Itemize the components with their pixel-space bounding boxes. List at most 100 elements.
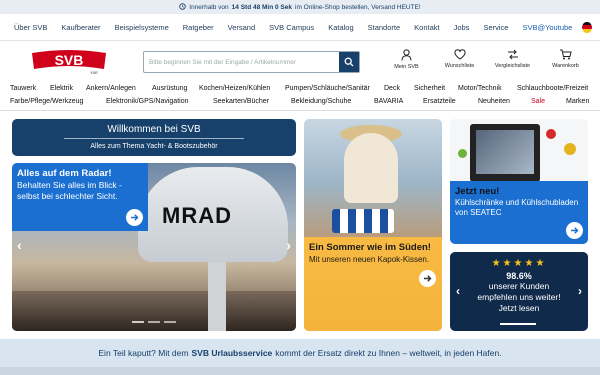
slider-dot[interactable] [148, 321, 160, 323]
category-kochen[interactable]: Kochen/Heizen/Kühlen [199, 85, 270, 92]
slider-next-icon[interactable]: › [286, 237, 291, 253]
welcome-subtitle: Alles zum Thema Yacht- & Bootszubehör [90, 143, 218, 150]
boat-deck-image [12, 291, 296, 331]
rating-stars: ★★★★★ [491, 258, 547, 269]
summer-title: Ein Sommer wie im Süden! [309, 242, 431, 253]
bottom-strip [0, 367, 600, 375]
search-input[interactable]: Bitte beginnen Sie mit der Eingabe / Art… [144, 59, 339, 66]
search-button[interactable] [339, 52, 359, 72]
fruit-image [546, 129, 556, 139]
welcome-divider [64, 138, 244, 139]
rating-percentage: 98.6% [506, 271, 532, 281]
category-navigation: Tauwerk Elektrik Ankern/Anlegen Ausrüstu… [0, 83, 600, 111]
compare-link[interactable]: Vergleichsliste [486, 49, 539, 70]
homepage-content: Willkommen bei SVB Alles zum Thema Yacht… [0, 111, 600, 375]
wishlist-label: Wunschliste [444, 63, 475, 69]
arrow-right-icon [131, 214, 139, 221]
topnav-link-versand[interactable]: Versand [228, 23, 256, 32]
cart-label: Warenkorb [552, 63, 579, 69]
arrow-right-icon [571, 227, 579, 234]
hero-title: Alles auf dem Radar! [17, 168, 112, 179]
slider-dot[interactable] [164, 321, 176, 323]
woman-image [344, 133, 398, 203]
fridge-title: Jetzt neu! [455, 186, 500, 197]
category-motor[interactable]: Motor/Technik [458, 85, 502, 92]
rating-next-icon[interactable]: › [578, 284, 582, 298]
topnav-link-katalog[interactable]: Katalog [328, 23, 353, 32]
category-marken[interactable]: Marken [566, 98, 589, 105]
topnav-link-service[interactable]: Service [483, 23, 508, 32]
rating-read-link[interactable]: Jetzt lesen [450, 303, 588, 314]
rating-line-1: unserer Kunden [488, 281, 550, 291]
category-bavaria[interactable]: BAVARIA [374, 98, 403, 105]
welcome-banner: Willkommen bei SVB Alles zum Thema Yacht… [12, 119, 296, 156]
rating-prev-icon[interactable]: ‹ [456, 284, 460, 298]
category-tauwerk[interactable]: Tauwerk [10, 85, 36, 92]
customer-rating-slider[interactable]: ★★★★★ 98.6% unserer Kunden empfehlen uns… [450, 252, 588, 331]
category-schlauchboote[interactable]: Schlauchboote/Freizeit [517, 85, 588, 92]
category-sicherheit[interactable]: Sicherheit [414, 85, 445, 92]
arrow-right-icon [424, 275, 432, 282]
clock-icon [179, 2, 186, 12]
svb-logo[interactable]: SVB YAR [30, 49, 108, 75]
topnav-link-campus[interactable]: SVB Campus [269, 23, 314, 32]
hero-slider[interactable]: MRAD Alles auf dem Radar! Behalten Sie a… [12, 163, 296, 331]
account-link[interactable]: Mein SVB [380, 49, 433, 70]
shipping-countdown-bar: Innerhalb von 14 Std 48 Min 0 Sek im Onl… [0, 0, 600, 14]
summer-teaser[interactable]: Ein Sommer wie im Süden! Mit unseren neu… [304, 119, 442, 331]
category-farbe[interactable]: Farbe/Pflege/Werkzeug [10, 98, 83, 105]
topnav-link-jobs[interactable]: Jobs [454, 23, 470, 32]
category-ersatzteile[interactable]: Ersatzteile [423, 98, 456, 105]
slider-dot[interactable] [132, 321, 144, 323]
slider-pagination[interactable] [132, 321, 176, 323]
topnav-link-standorte[interactable]: Standorte [368, 23, 401, 32]
german-flag-icon[interactable] [582, 21, 592, 33]
holiday-service-banner[interactable]: Ein Teil kaputt? Mit dem SVB Urlaubsserv… [0, 339, 600, 367]
category-neuheiten[interactable]: Neuheiten [478, 98, 510, 105]
hero-arrow-button[interactable] [126, 209, 143, 226]
category-pumpen[interactable]: Pumpen/Schläuche/Sanitär [285, 85, 370, 92]
category-sale[interactable]: Sale [531, 98, 545, 105]
fridge-arrow-button[interactable] [566, 222, 583, 239]
hero-caption[interactable]: Alles auf dem Radar! Behalten Sie alles … [12, 163, 148, 231]
compare-icon [507, 49, 518, 60]
topnav-link-beispielsysteme[interactable]: Beispielsysteme [115, 23, 169, 32]
service-navigation: Über SVB Kaufberater Beispielsysteme Rat… [0, 14, 600, 41]
rating-line-2: empfehlen uns weiter! [477, 292, 561, 302]
summer-arrow-button[interactable] [419, 270, 436, 287]
search-box[interactable]: Bitte beginnen Sie mit der Eingabe / Art… [143, 51, 360, 73]
logo-text: SVB [55, 52, 84, 68]
category-ankern[interactable]: Ankern/Anlegen [86, 85, 136, 92]
welcome-title: Willkommen bei SVB [107, 124, 201, 135]
banner-text-post: kommt der Ersatz direkt zu Ihnen – weltw… [275, 348, 502, 358]
radar-mast-image [208, 262, 226, 331]
topnav-link-kaufberater[interactable]: Kaufberater [61, 23, 100, 32]
fruit-image [458, 149, 467, 158]
compare-label: Vergleichsliste [494, 63, 531, 69]
category-ausruestung[interactable]: Ausrüstung [152, 85, 187, 92]
summer-caption[interactable]: Ein Sommer wie im Süden! Mit unseren neu… [304, 237, 442, 331]
banner-text-bold: SVB Urlaubsservice [191, 348, 273, 358]
topnav-link-ratgeber[interactable]: Ratgeber [183, 23, 214, 32]
slider-prev-icon[interactable]: ‹ [17, 237, 22, 253]
fridge-text: Kühlschränke und Kühlschubladen von SEAT… [455, 198, 579, 217]
wishlist-link[interactable]: Wunschliste [433, 49, 486, 70]
topnav-link-ueber-svb[interactable]: Über SVB [14, 23, 47, 32]
countdown-time: 14 Std 48 Min 0 Sek [231, 3, 292, 11]
category-elektrik[interactable]: Elektrik [50, 85, 73, 92]
countdown-prefix: Innerhalb von [189, 3, 229, 11]
fridge-caption[interactable]: Jetzt neu! Kühlschränke und Kühlschublad… [450, 181, 588, 244]
fridge-teaser[interactable]: Jetzt neu! Kühlschränke und Kühlschublad… [450, 119, 588, 244]
category-bekleidung[interactable]: Bekleidung/Schuhe [291, 98, 351, 105]
account-label: Mein SVB [394, 64, 419, 70]
site-header: SVB YAR Bitte beginnen Sie mit der Einga… [0, 41, 600, 83]
topnav-link-youtube[interactable]: SVB@Youtube [522, 23, 572, 32]
logo-subtext: YAR [90, 70, 98, 75]
category-elektronik[interactable]: Elektronik/GPS/Navigation [106, 98, 188, 105]
rating-pagination[interactable] [500, 323, 536, 325]
heart-icon [454, 49, 465, 60]
category-seekarten[interactable]: Seekarten/Bücher [213, 98, 269, 105]
cart-link[interactable]: Warenkorb [539, 49, 592, 70]
category-deck[interactable]: Deck [384, 85, 400, 92]
topnav-link-kontakt[interactable]: Kontakt [414, 23, 439, 32]
